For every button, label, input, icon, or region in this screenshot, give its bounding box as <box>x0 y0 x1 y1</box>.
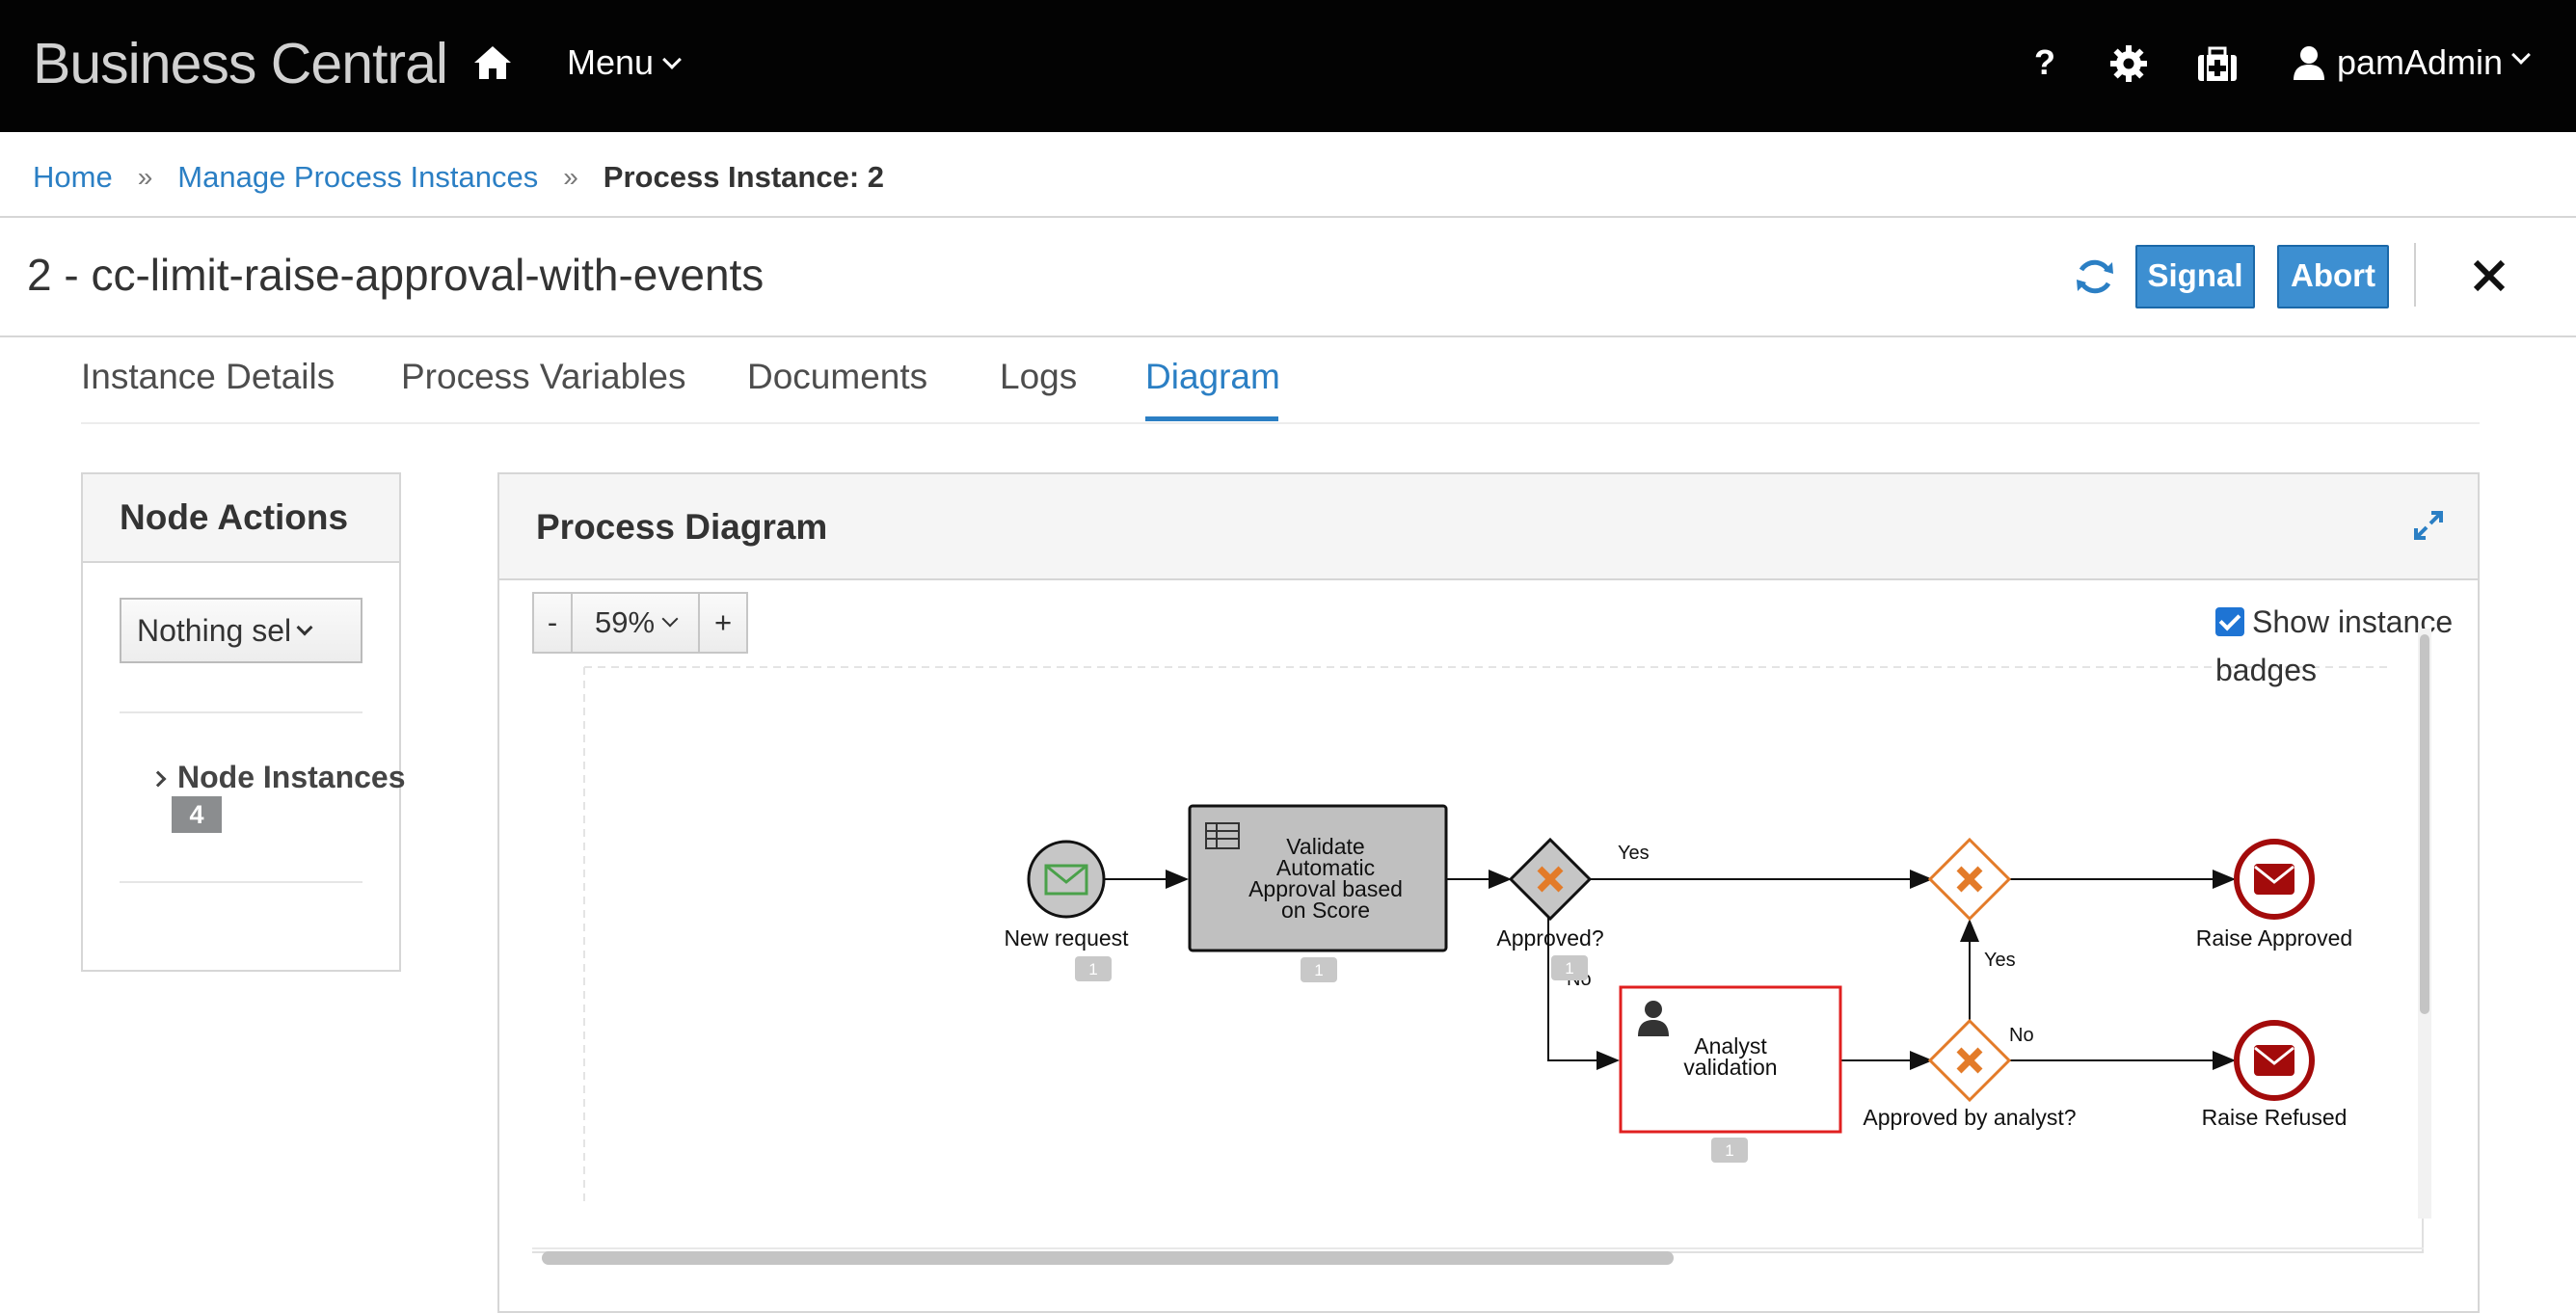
active-tab-indicator <box>1145 416 1278 421</box>
top-navbar: Business Central Menu ? pamAdmin <box>0 0 2576 132</box>
divider <box>120 881 362 883</box>
page-title: 2 - cc-limit-raise-approval-with-events <box>27 250 765 300</box>
end-event-raise-refused[interactable] <box>2234 1020 2315 1101</box>
breadcrumb-manage-process-instances[interactable]: Manage Process Instances <box>177 160 538 195</box>
end-event-label: Raise Approved <box>2196 925 2352 951</box>
brand-logo[interactable]: Business Central <box>33 31 448 96</box>
canvas-guide <box>583 666 2389 1207</box>
gear-icon[interactable] <box>2109 44 2148 83</box>
edge-label-yes: Yes <box>1618 843 1650 864</box>
tab-diagram[interactable]: Diagram <box>1145 357 1280 397</box>
node-instances-label: Node Instances <box>177 760 406 794</box>
home-icon[interactable] <box>472 44 513 81</box>
chevron-down-icon <box>296 619 313 636</box>
medical-kit-icon[interactable] <box>2196 46 2239 83</box>
user-icon <box>2294 46 2324 80</box>
breadcrumb-current: Process Instance: 2 <box>603 160 884 194</box>
show-instance-badges-toggle[interactable]: Show instance badges <box>2215 598 2476 694</box>
chevron-down-icon <box>2511 45 2531 65</box>
vertical-scrollbar-thumb[interactable] <box>2420 634 2429 1014</box>
breadcrumb: Home » Manage Process Instances » Proces… <box>33 160 884 195</box>
start-message-event[interactable] <box>1027 840 1106 919</box>
divider <box>120 711 362 713</box>
user-menu[interactable]: pamAdmin <box>2293 42 2531 83</box>
process-diagram-panel: Process Diagram - 59% + Yes Yes No New r… <box>497 472 2480 1313</box>
tab-process-variables[interactable]: Process Variables <box>401 357 685 397</box>
menu-label: Menu <box>567 42 655 82</box>
edge-label-no: No <box>2009 1025 2034 1046</box>
svg-text:1: 1 <box>1725 1141 1733 1160</box>
tabs-divider <box>81 422 2480 424</box>
start-event-badge: 1 <box>1075 956 1112 981</box>
tab-logs[interactable]: Logs <box>1000 357 1077 397</box>
svg-text:1: 1 <box>1565 959 1573 978</box>
divider <box>0 335 2576 337</box>
horizontal-scrollbar-thumb[interactable] <box>542 1251 1674 1265</box>
chevron-down-icon <box>662 50 682 69</box>
chevron-right-icon <box>149 770 167 788</box>
envelope-icon <box>2254 1045 2294 1076</box>
breadcrumb-separator-icon: » <box>137 162 153 192</box>
help-icon[interactable]: ? <box>2034 42 2055 83</box>
signal-button[interactable]: Signal <box>2135 245 2255 308</box>
end-event-label: Raise Refused <box>2202 1105 2348 1130</box>
gateway-approved[interactable] <box>1508 837 1593 922</box>
divider <box>0 216 2576 218</box>
task-validate-badge: 1 <box>1301 957 1337 982</box>
gateway-approved-badge: 1 <box>1551 955 1588 980</box>
gateway-label: Approved by analyst? <box>1863 1105 2076 1130</box>
tab-documents[interactable]: Documents <box>747 357 927 397</box>
task-analyst-badge: 1 <box>1711 1138 1748 1163</box>
node-select-value: Nothing sel <box>137 613 292 648</box>
task-label-line: on Score <box>1281 898 1370 923</box>
gateway-converging[interactable] <box>1927 837 2012 922</box>
menu-dropdown[interactable]: Menu <box>567 42 682 83</box>
end-event-raise-approved[interactable] <box>2234 839 2315 920</box>
gateway-approved-by-analyst[interactable] <box>1927 1018 2012 1103</box>
show-badges-checkbox[interactable] <box>2215 607 2244 636</box>
svg-text:1: 1 <box>1088 960 1097 978</box>
task-analyst-validation[interactable]: Analyst validation <box>1619 985 1842 1134</box>
close-icon[interactable] <box>2470 256 2509 295</box>
breadcrumb-home[interactable]: Home <box>33 160 113 195</box>
node-instances-toggle[interactable]: Node Instances <box>149 760 406 795</box>
edge-label-yes: Yes <box>1984 950 2016 971</box>
gateway-label: Approved? <box>1496 925 1603 951</box>
node-actions-panel: Node Actions Nothing sel Node Instances … <box>81 472 406 972</box>
task-validate-automatic-approval[interactable]: Validate Automatic Approval based on Sco… <box>1188 804 1448 952</box>
refresh-icon[interactable] <box>2075 256 2115 297</box>
user-name: pamAdmin <box>2337 42 2504 82</box>
tab-instance-details[interactable]: Instance Details <box>81 357 335 397</box>
divider <box>2414 243 2416 307</box>
envelope-icon <box>2254 864 2294 895</box>
task-label-line: validation <box>1683 1055 1777 1080</box>
start-event-label: New request <box>1004 925 1129 951</box>
svg-text:1: 1 <box>1314 961 1323 979</box>
node-instances-count-badge: 4 <box>172 796 222 833</box>
node-actions-title: Node Actions <box>83 474 399 563</box>
breadcrumb-separator-icon: » <box>563 162 578 192</box>
abort-button[interactable]: Abort <box>2277 245 2389 308</box>
bpmn-diagram: Yes No Yes No New request 1 Validate Aut… <box>583 666 2389 1207</box>
node-select[interactable]: Nothing sel <box>120 598 362 663</box>
